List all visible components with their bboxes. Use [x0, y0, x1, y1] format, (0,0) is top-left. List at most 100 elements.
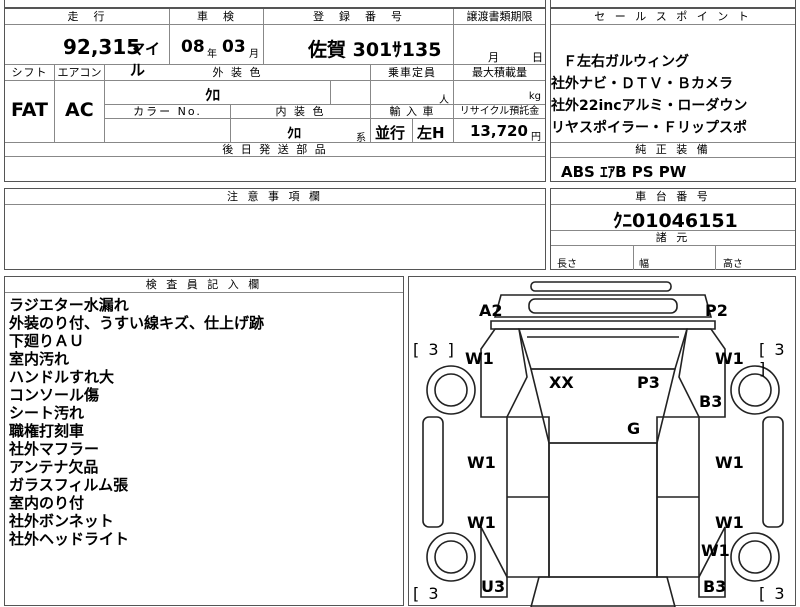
interior-suffix: 系 [356, 133, 366, 144]
chassis-value: ｸﾆ01046151 [613, 210, 738, 232]
sales-points-label: セ ー ル ス ポ イ ン ト [551, 9, 795, 25]
shift-cell: FAT [5, 81, 55, 143]
transfer-deadline-label: 譲渡書類期限 [454, 9, 545, 25]
note-line: 社外ボンネット [9, 512, 114, 530]
mark-xx: XX [549, 373, 574, 392]
height-label: 高さ [723, 259, 743, 270]
mark-bracket: [ 3 ] [413, 340, 456, 359]
car-outline [422, 281, 784, 607]
caution-label: 注 意 事 項 欄 [5, 189, 545, 205]
interior-color-label: 内 装 色 [231, 105, 371, 119]
color-no-cell [105, 119, 231, 143]
interior-color-cell: ｸﾛ 系 [231, 119, 371, 144]
shift-label: シフト [5, 65, 55, 81]
transfer-deadline-cell: 月 日 [454, 25, 545, 65]
note-line: アンテナ欠品 [9, 458, 99, 476]
capacity-unit: 人 [439, 95, 449, 106]
interior-color-value: ｸﾛ [287, 126, 301, 142]
sales-point-item: 社外ナビ・ＤＴＶ・Ｂカメラ [551, 76, 733, 92]
mark-a2: A2 [479, 301, 503, 320]
note-line: シート汚れ [9, 404, 85, 422]
dimensions-label: 諸 元 [551, 230, 795, 246]
note-line: 外装のり付、うすい線キズ、仕上げ跡 [9, 314, 265, 332]
capacity-label: 乗車定員 [371, 65, 454, 81]
top-partial-right [550, 0, 796, 8]
transfer-month: 月 [488, 51, 499, 64]
divider [633, 246, 634, 270]
max-load-label: 最大積載量 [454, 65, 545, 81]
mark-w1: W1 [715, 453, 744, 472]
exterior-color-extra [331, 81, 371, 105]
note-line: 社外ヘッドライト [9, 530, 130, 548]
sales-point-item: リヤスポイラー・Ｆリップスポ [551, 120, 747, 136]
steering-cell: 左H [413, 119, 454, 143]
mileage-label: 走 行 [5, 9, 170, 25]
mark-w1: W1 [465, 349, 494, 368]
mark-bracket: [ 3 [413, 584, 441, 603]
note-line: 下廻りＡＵ [9, 332, 85, 350]
inspector-notes: ラジエター水漏れ 外装のり付、うすい線キズ、仕上げ跡 下廻りＡＵ 室内汚れ ハン… [9, 296, 264, 548]
mark-b3: B3 [703, 577, 727, 596]
inspector-label: 検 査 員 記 入 欄 [5, 277, 403, 293]
registration-label: 登 録 番 号 [264, 9, 454, 25]
exterior-color-label: 外 装 色 [105, 65, 371, 81]
note-line: ラジエター水漏れ [9, 296, 129, 314]
note-line: ハンドルすれ大 [9, 368, 115, 386]
steering: 左H [417, 124, 445, 142]
mark-w1: W1 [701, 541, 730, 560]
year-unit: 年 [207, 49, 217, 60]
import-type: 並行 [375, 124, 406, 142]
recycle-unit: 円 [531, 132, 541, 143]
mark-b3: B3 [699, 392, 723, 411]
sales-points-box: セ ー ル ス ポ イ ン ト Ｆ左右ガルウィング 社外ナビ・ＤＴＶ・Ｂカメラ … [550, 8, 796, 182]
month-unit: 月 [249, 49, 259, 60]
note-line: 室内汚れ [9, 350, 70, 368]
recycle-value: 13,720 [470, 122, 528, 140]
parts-label: 後 日 発 送 部 品 [5, 143, 545, 157]
note-line: ガラスフィルム張 [9, 476, 129, 494]
mark-g: G [627, 419, 641, 438]
transfer-day: 日 [532, 51, 543, 64]
load-unit: kg [528, 91, 541, 102]
length-label: 長さ [557, 259, 577, 270]
inspection-year: 08 [181, 37, 205, 57]
chassis-label: 車 台 番 号 [551, 189, 795, 205]
note-line: 社外マフラー [9, 440, 100, 458]
inspection-month: 03 [222, 37, 246, 57]
chassis-box: 車 台 番 号 ｸﾆ01046151 諸 元 長さ 幅 高さ [550, 188, 796, 270]
inspection-label: 車 検 [170, 9, 264, 25]
ac-value: AC [65, 99, 94, 121]
top-partial-row [4, 0, 546, 8]
exterior-color-cell: ｸﾛ [105, 81, 331, 105]
ac-label: エアコン [55, 65, 105, 81]
registration-value: 佐賀 301ｻ135 [308, 39, 442, 61]
recycle-cell: 13,720 円 [454, 119, 545, 143]
note-line: コンソール傷 [9, 386, 100, 404]
import-label: 輸 入 車 [371, 105, 454, 119]
sales-point-item: Ｆ左右ガルウィング [563, 54, 689, 70]
mark-bracket: [ 3 [759, 584, 787, 603]
shift-value: FAT [11, 99, 48, 121]
note-line: 室内のり付 [9, 494, 85, 512]
equipment-value: ABS ｴｱB PS PW [561, 163, 687, 181]
mileage-cell: 92,315 マイル [5, 25, 170, 79]
width-label: 幅 [639, 259, 649, 270]
max-load-cell: kg [454, 81, 545, 105]
mark-w1: W1 [715, 513, 744, 532]
mark-p3: P3 [637, 373, 660, 392]
mark-p2: P2 [705, 301, 728, 320]
recycle-label: リサイクル預託金 [454, 105, 545, 119]
caution-box: 注 意 事 項 欄 [4, 188, 546, 270]
sales-point-item: 社外22incアルミ・ローダウン [551, 98, 748, 114]
mark-u3: U3 [481, 577, 506, 596]
note-line: 職権打刻車 [9, 422, 85, 440]
registration-cell: 佐賀 301ｻ135 [264, 25, 454, 65]
divider [715, 246, 716, 270]
car-diagram-box: A2 P2 [ 3 ] [ 3 ] W1 W1 XX P3 B3 G W1 W1… [408, 276, 796, 607]
mark-bracket: [ 3 ] [759, 340, 787, 378]
mark-w1: W1 [715, 349, 744, 368]
equipment-label: 純 正 装 備 [551, 142, 795, 158]
import-type-cell: 並行 [371, 119, 413, 143]
mark-w1: W1 [467, 453, 496, 472]
exterior-color-value: ｸﾛ [205, 86, 221, 104]
